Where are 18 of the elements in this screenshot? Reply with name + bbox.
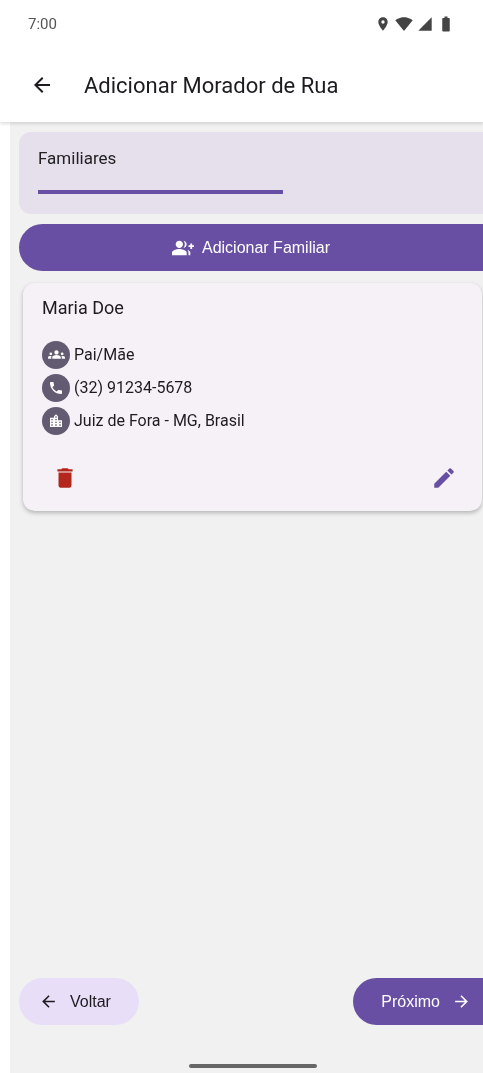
- section-title: Familiares: [38, 148, 118, 168]
- member-name: Maria Doe: [42, 297, 125, 318]
- edit-icon[interactable]: [431, 465, 457, 491]
- location-icon: [375, 16, 391, 32]
- phone-icon: [48, 379, 64, 396]
- detail-text: (32) 91234-5678: [74, 378, 193, 397]
- back-button[interactable]: Voltar: [19, 978, 139, 1025]
- signal-icon: [417, 16, 433, 32]
- detail-text: Juiz de Fora - MG, Brasil: [74, 411, 245, 430]
- next-button[interactable]: Próximo: [353, 978, 483, 1025]
- status-time: 7:00: [28, 15, 57, 33]
- detail-text: Pai/Mãe: [74, 345, 135, 364]
- wifi-icon: [395, 15, 413, 33]
- page-title: Adicionar Morador de Rua: [84, 72, 339, 98]
- forward-arrow-icon: [452, 992, 471, 1011]
- add-family-button[interactable]: Adicionar Familiar: [19, 224, 483, 271]
- building-icon: [48, 412, 64, 429]
- back-arrow-icon: [39, 992, 58, 1011]
